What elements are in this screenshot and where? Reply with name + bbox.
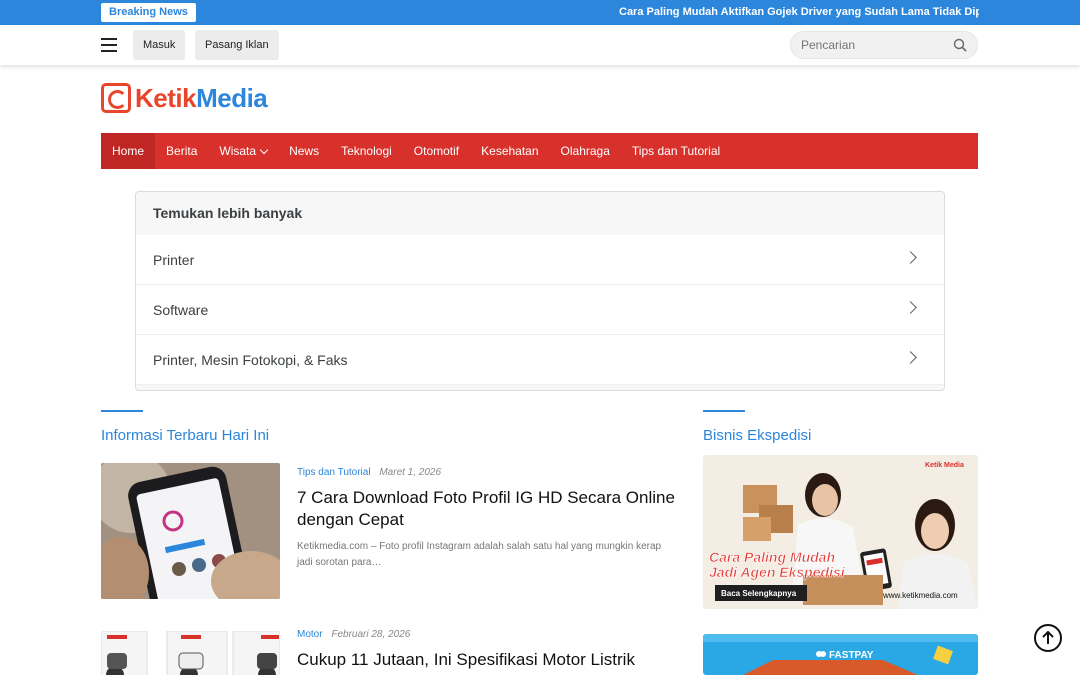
site-header: Masuk Pasang Iklan — [0, 25, 1080, 65]
nav-item-teknologi[interactable]: Teknologi — [330, 133, 403, 169]
article-date: Maret 1, 2026 — [379, 467, 442, 478]
sidebar-promo-card[interactable]: Ketik Media Cara Paling Mudah Jadi Agen … — [703, 455, 978, 609]
discover-item-label: Printer, Mesin Fotokopi, & Faks — [153, 352, 348, 368]
article-date: Februari 28, 2026 — [331, 629, 411, 640]
article-thumbnail[interactable] — [101, 463, 280, 599]
search-icon[interactable] — [953, 38, 967, 52]
article-thumbnail[interactable] — [101, 631, 280, 675]
nav-item-otomotif[interactable]: Otomotif — [403, 133, 470, 169]
section-underline — [101, 410, 143, 412]
nav-item-kesehatan[interactable]: Kesehatan — [470, 133, 549, 169]
chevron-right-icon — [904, 251, 917, 264]
article-card: Tips dan Tutorial Maret 1, 2026 7 Cara D… — [101, 463, 681, 603]
article-excerpt: Ketikmedia.com – Foto profil Instagram a… — [297, 541, 662, 568]
discover-item-printer-fotokopi-faks[interactable]: Printer, Mesin Fotokopi, & Faks — [136, 335, 944, 385]
nav-item-berita[interactable]: Berita — [155, 133, 208, 169]
logo-mark-icon — [101, 83, 131, 113]
promo-headline-line2: Jadi Agen Ekspedisi — [709, 564, 846, 580]
nav-item-wisata[interactable]: Wisata — [208, 133, 278, 169]
discover-item-printer[interactable]: Printer — [136, 235, 944, 285]
search-input[interactable] — [801, 32, 941, 58]
article-meta: Tips dan Tutorial Maret 1, 2026 — [297, 467, 441, 478]
nav-item-wisata-label: Wisata — [219, 144, 257, 158]
article-title[interactable]: 7 Cara Download Foto Profil IG HD Secara… — [297, 487, 677, 531]
discover-item-label: Software — [153, 302, 209, 318]
hamburger-menu-icon[interactable] — [101, 38, 117, 52]
article-title[interactable]: Cukup 11 Jutaan, Ini Spesifikasi Motor L… — [297, 649, 677, 675]
login-button[interactable]: Masuk — [133, 30, 186, 60]
nav-item-news[interactable]: News — [278, 133, 330, 169]
sidebar-section-title: Bisnis Ekspedisi — [703, 427, 812, 444]
nav-item-tips-tutorial[interactable]: Tips dan Tutorial — [621, 133, 731, 169]
main-nav: Home Berita Wisata News Teknologi Otomot… — [101, 133, 978, 169]
chevron-right-icon — [904, 351, 917, 364]
promo-headline-line1: Cara Paling Mudah — [709, 549, 835, 565]
chevron-right-icon — [904, 301, 917, 314]
discover-more-box: Temukan lebih banyak Printer Software Pr… — [135, 191, 945, 391]
nav-item-home[interactable]: Home — [101, 133, 156, 169]
promo-brand: Ketik Media — [925, 462, 964, 469]
promo2-brand: FASTPAY — [829, 650, 874, 661]
nav-item-olahraga[interactable]: Olahraga — [550, 133, 621, 169]
chevron-down-icon — [259, 145, 269, 155]
site-logo[interactable]: Ketik Media — [101, 80, 268, 116]
discover-item-label: Printer — [153, 252, 195, 268]
sidebar-promo-card[interactable]: FASTPAY — [703, 634, 978, 675]
search-box — [790, 31, 978, 59]
article-category[interactable]: Motor — [297, 629, 323, 640]
discover-item-software[interactable]: Software — [136, 285, 944, 335]
latest-news-title: Informasi Terbaru Hari Ini — [101, 427, 270, 444]
logo-text-media: Media — [196, 82, 268, 113]
article-category[interactable]: Tips dan Tutorial — [297, 467, 371, 478]
breaking-news-label: Breaking News — [101, 3, 196, 22]
promo-cta: Baca Selengkapnya — [721, 589, 797, 598]
breaking-news-ticker[interactable]: Cara Paling Mudah Aktifkan Gojek Driver … — [619, 0, 979, 25]
promo-url: www.ketikmedia.com — [882, 591, 958, 600]
discover-title: Temukan lebih banyak — [153, 205, 303, 221]
sidebar-section-underline — [703, 410, 745, 412]
breaking-news-bar: Breaking News Cara Paling Mudah Aktifkan… — [0, 0, 1080, 25]
logo-text-ketik: Ketik — [135, 82, 197, 113]
arrow-up-circle-icon[interactable] — [1034, 624, 1062, 652]
article-card: Motor Februari 28, 2026 Cukup 11 Jutaan,… — [101, 625, 681, 675]
article-meta: Motor Februari 28, 2026 — [297, 629, 410, 640]
advertise-button[interactable]: Pasang Iklan — [195, 30, 279, 60]
